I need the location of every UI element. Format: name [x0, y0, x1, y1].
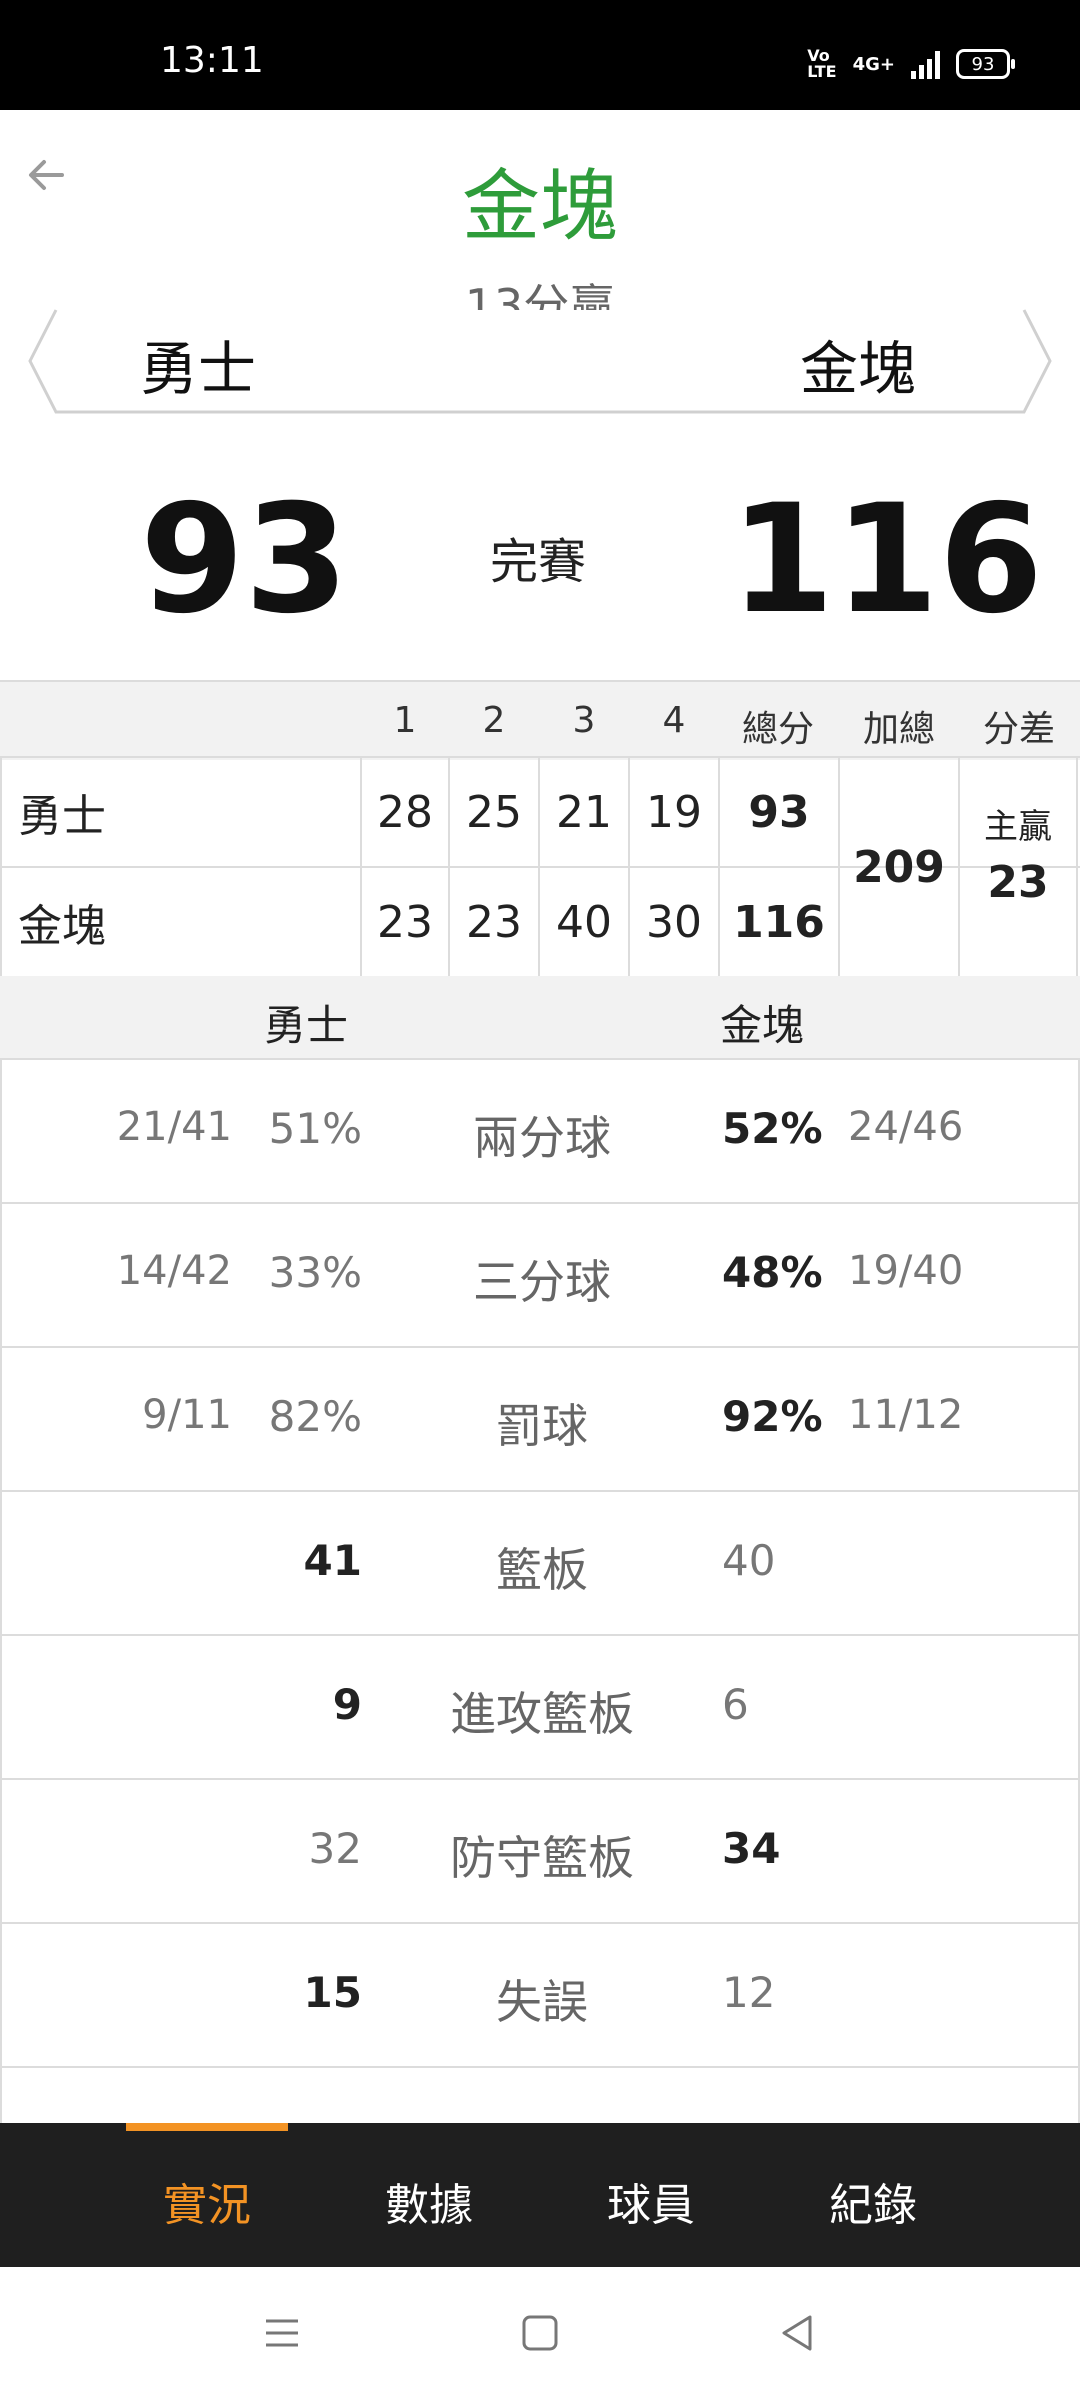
stat-label: 籃板 — [496, 1543, 588, 1597]
system-icons: Vo LTE 4G+ 93 — [807, 46, 1015, 81]
game-status: 完賽 — [490, 534, 587, 590]
boxscore-table: 勇士 28 25 21 19 93 金塊 23 23 40 30 116 209… — [0, 756, 1080, 979]
home-icon[interactable] — [518, 2311, 562, 2355]
signal-icon — [911, 49, 940, 79]
row2-q1: 23 — [377, 896, 433, 948]
row1-q3: 21 — [556, 786, 612, 838]
row2-team: 金塊 — [18, 901, 106, 952]
stat-right-frac: 11/12 — [848, 1392, 964, 1438]
tab-live[interactable]: 實況 — [127, 2169, 287, 2233]
stat-row-ft: 9/11 82% 罰球 92% 11/12 — [2, 1346, 1078, 1492]
header-q1: 1 — [393, 700, 417, 741]
row1-total: 93 — [748, 786, 810, 838]
stat-left-frac: 14/42 — [116, 1248, 232, 1294]
stat-row-3pt: 14/42 33% 三分球 48% 19/40 — [2, 1202, 1078, 1348]
stat-row-rebounds: 41 籃板 40 — [2, 1490, 1078, 1636]
stat-right-value: 12 — [722, 1968, 776, 2017]
team-left-name: 勇士 — [140, 335, 257, 403]
stat-right-frac: 19/40 — [848, 1248, 964, 1294]
status-time: 13:11 — [160, 40, 264, 81]
back-triangle-icon[interactable] — [776, 2311, 820, 2355]
stat-right-value: 40 — [722, 1536, 776, 1585]
header-combined: 加總 — [862, 709, 935, 750]
stats-list: 21/41 51% 兩分球 52% 24/46 14/42 33% 三分球 48… — [0, 1058, 1080, 2123]
stat-label: 罰球 — [496, 1399, 588, 1453]
stat-right-frac: 24/46 — [848, 1104, 964, 1150]
winner-team: 金塊 — [461, 162, 618, 252]
combined-score: 209 — [853, 841, 945, 893]
header-q3: 3 — [572, 700, 596, 741]
battery-icon: 93 — [956, 49, 1015, 79]
score-right: 116 — [730, 473, 1044, 647]
stat-label: 進攻籃板 — [450, 1687, 634, 1741]
stats-team-right: 金塊 — [720, 1001, 805, 1050]
stats-team-left: 勇士 — [264, 1001, 349, 1050]
header-total: 總分 — [741, 709, 814, 750]
score-left: 93 — [140, 473, 349, 647]
tab-players[interactable]: 球員 — [571, 2169, 731, 2233]
stat-left-frac: 21/41 — [116, 1104, 232, 1150]
row2-q2: 23 — [466, 896, 522, 948]
row2-q4: 30 — [646, 896, 702, 948]
stat-label: 三分球 — [473, 1255, 611, 1309]
volte-icon: Vo LTE — [807, 46, 837, 81]
stat-row-turnovers: 15 失誤 12 — [2, 1922, 1078, 2068]
boxscore-header: 1 2 3 4 總分 加總 分差 — [0, 680, 1080, 760]
network-type: 4G+ — [852, 53, 895, 75]
stat-right-value: 48% — [722, 1248, 823, 1297]
status-bar: 13:11 Vo LTE 4G+ 93 — [0, 0, 1080, 110]
row1-q4: 19 — [646, 786, 702, 838]
active-tab-indicator — [126, 2123, 288, 2131]
stats-header: 勇士 金塊 — [0, 976, 1080, 1060]
bottom-tab-bar: 實況 數據 球員 紀錄 — [0, 2123, 1080, 2267]
stat-right-value: 34 — [722, 1824, 781, 1873]
row2-total: 116 — [733, 896, 825, 948]
row1-q1: 28 — [377, 786, 433, 838]
tab-records[interactable]: 紀錄 — [793, 2169, 953, 2233]
row1-team: 勇士 — [18, 791, 106, 842]
stat-right-value: 52% — [722, 1104, 823, 1153]
row2-q3: 40 — [556, 896, 612, 948]
stat-row-2pt: 21/41 51% 兩分球 52% 24/46 — [2, 1058, 1078, 1204]
stat-row-def-rebounds: 32 防守籃板 34 — [2, 1778, 1078, 1924]
team-right-name: 金塊 — [800, 335, 917, 403]
row1-q2: 25 — [466, 786, 522, 838]
stat-right-value: 6 — [722, 1680, 749, 1729]
diff-label: 主贏 — [984, 806, 1052, 847]
system-nav-bar — [0, 2267, 1080, 2400]
tab-stats[interactable]: 數據 — [349, 2169, 509, 2233]
battery-level: 93 — [971, 53, 995, 75]
header-q2: 2 — [482, 700, 506, 741]
stat-label: 兩分球 — [473, 1111, 611, 1165]
stat-label: 失誤 — [496, 1975, 588, 2029]
stat-label: 防守籃板 — [450, 1831, 634, 1885]
header-q4: 4 — [662, 700, 686, 741]
stat-right-value: 92% — [722, 1392, 823, 1441]
stat-row-off-rebounds: 9 進攻籃板 6 — [2, 1634, 1078, 1780]
header-diff: 分差 — [982, 709, 1055, 750]
menu-icon[interactable] — [260, 2311, 304, 2355]
stat-left-frac: 9/11 — [142, 1392, 232, 1438]
diff-value: 23 — [987, 856, 1049, 908]
